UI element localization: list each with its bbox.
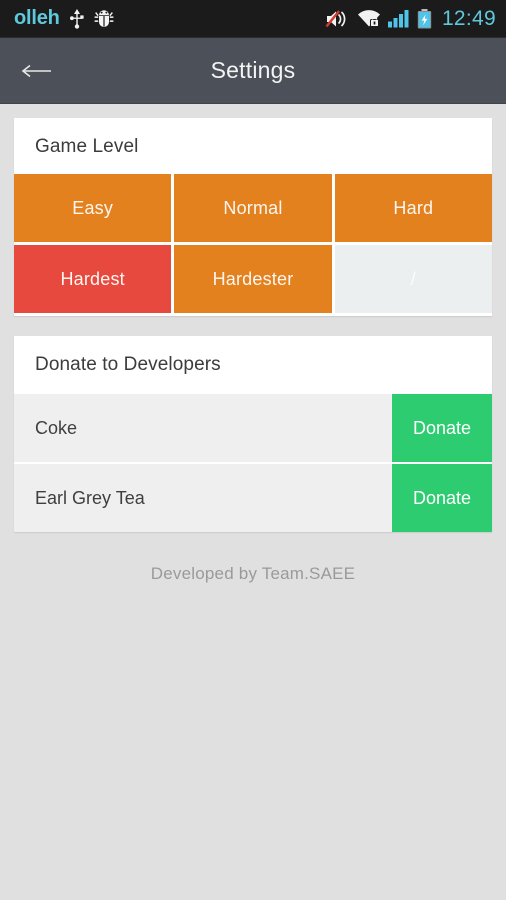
level-option-empty[interactable]: /: [334, 245, 492, 313]
footer-credit: Developed by Team.SAEE: [150, 564, 356, 583]
donate-title: Donate to Developers: [35, 354, 221, 375]
level-option-hard[interactable]: Hard: [334, 174, 492, 242]
android-debug-bug-icon: [94, 9, 114, 28]
back-arrow-icon: [21, 64, 51, 77]
donate-item-label: Earl Grey Tea: [35, 487, 145, 508]
app-bar: Settings: [0, 38, 506, 104]
level-option-easy[interactable]: Easy: [14, 174, 172, 242]
donate-row-earl-grey-tea: Earl Grey Tea Donate: [14, 462, 492, 532]
donate-row-coke: Coke Donate: [14, 392, 492, 462]
game-level-card: Game Level Easy Normal Hard Hardest Hard…: [14, 118, 492, 316]
carrier-label: olleh: [14, 7, 60, 29]
game-level-grid: Easy Normal Hard Hardest Hardester /: [14, 174, 492, 316]
status-bar-left: olleh: [14, 7, 114, 30]
donate-card: Donate to Developers Coke Donate Earl Gr…: [14, 336, 492, 532]
level-option-hardest[interactable]: Hardest: [14, 245, 172, 313]
clock-label: 12:49: [441, 6, 496, 30]
settings-content: Game Level Easy Normal Hard Hardest Hard…: [0, 104, 506, 584]
battery-charging-icon: [417, 8, 432, 29]
status-bar: olleh 12:49: [0, 0, 506, 38]
status-bar-right: 12:49: [325, 7, 496, 31]
donate-button-coke[interactable]: Donate: [392, 394, 492, 462]
level-option-hardester[interactable]: Hardester: [174, 245, 332, 313]
volume-muted-icon: [325, 9, 350, 29]
game-level-title: Game Level: [35, 136, 139, 157]
wifi-secure-icon: [357, 9, 381, 28]
back-button[interactable]: [14, 48, 60, 94]
page-title: Settings: [210, 57, 296, 83]
donate-item-label: Coke: [35, 417, 78, 438]
level-option-normal[interactable]: Normal: [174, 174, 332, 242]
usb-icon: [69, 8, 84, 29]
donate-button-earl-grey-tea[interactable]: Donate: [392, 464, 492, 532]
signal-bars-icon: [387, 9, 410, 28]
